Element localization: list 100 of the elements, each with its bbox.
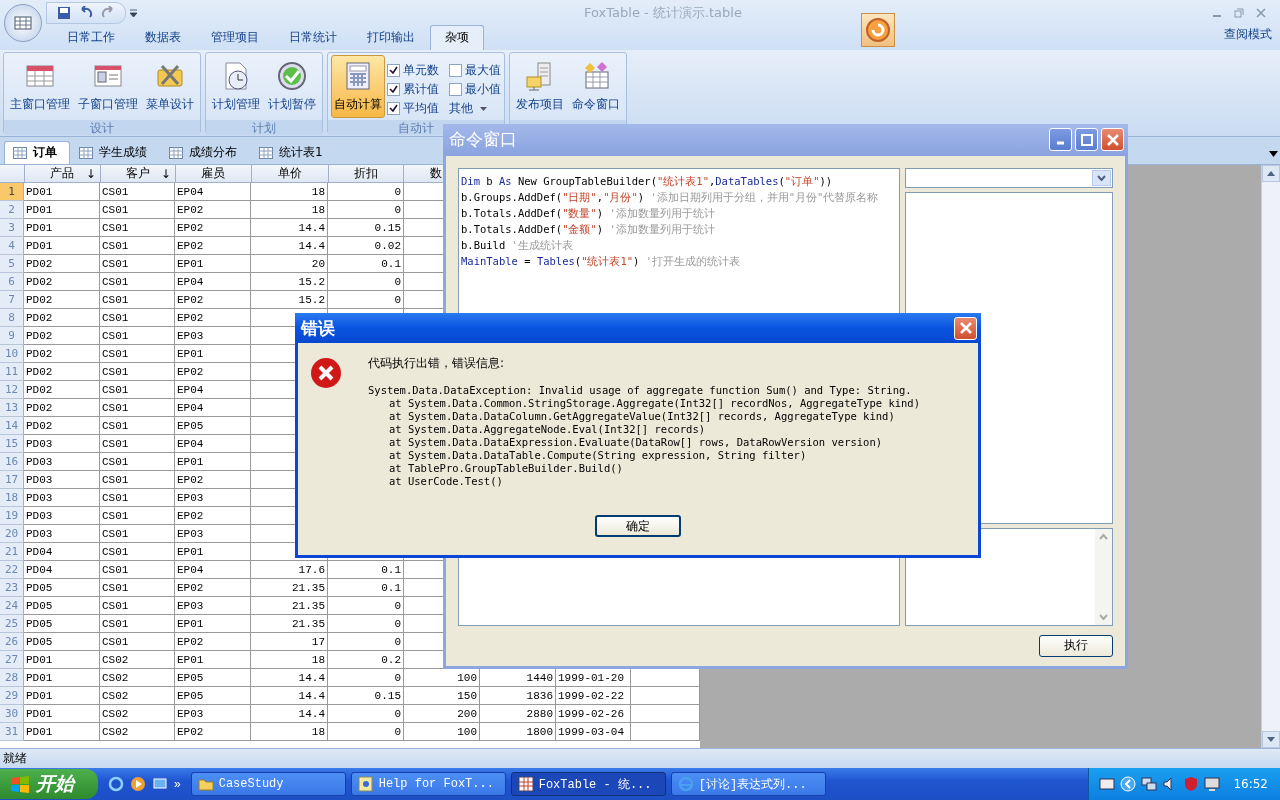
table-cell: CS01 [100, 345, 175, 363]
table-cell: PD05 [24, 633, 100, 651]
table-cell: 0.2 [328, 651, 404, 669]
table-cell: 21.35 [251, 615, 328, 633]
table-cell: 100 [404, 723, 480, 741]
table-cell: 0.1 [328, 255, 404, 273]
table-cell: 150 [404, 687, 480, 705]
table-cell: PD01 [24, 687, 100, 705]
table-cell: PD02 [24, 327, 100, 345]
table-cell: 0 [328, 633, 404, 651]
table-cell: 0.02 [328, 237, 404, 255]
status-text: 就绪 [3, 750, 27, 767]
table-cell: 1999-02-26 [556, 705, 631, 723]
table-cell: 200 [404, 705, 480, 723]
stack-trace-line: at TablePro.GroupTableBuilder.Build() [388, 462, 624, 475]
table-cell: 1800 [480, 723, 556, 741]
table-cell: 0 [328, 615, 404, 633]
table-cell: 0 [328, 705, 404, 723]
table-cell: 18 [251, 723, 328, 741]
table-cell: PD01 [24, 723, 100, 741]
table-cell: 0.1 [328, 561, 404, 579]
table-cell: CS01 [100, 471, 175, 489]
table-cell: CS01 [100, 399, 175, 417]
clock-text: 16:52 [1233, 777, 1268, 791]
table-cell: EP05 [175, 417, 251, 435]
table-cell: EP01 [175, 543, 251, 561]
table-cell: EP01 [175, 615, 251, 633]
table-cell: 14.4 [251, 219, 328, 237]
table-cell: CS01 [100, 561, 175, 579]
dialog-title: 错误 [301, 316, 335, 340]
stack-trace-line: at System.Data.Common.StringStorage.Aggregate(Int32[] recordNos, AggregateType kind) [388, 397, 920, 410]
table-cell: CS01 [100, 381, 175, 399]
table-cell: EP05 [175, 687, 251, 705]
table-cell: CS01 [100, 183, 175, 201]
table-cell: EP02 [175, 507, 251, 525]
stack-trace-line: at System.Data.DataColumn.GetAggregateValue(Int32[] records, AggregateType kind) [388, 410, 896, 423]
table-cell: EP02 [175, 723, 251, 741]
table-cell: CS01 [100, 417, 175, 435]
table-cell: PD02 [24, 399, 100, 417]
table-cell: PD02 [24, 381, 100, 399]
table-cell: PD01 [24, 705, 100, 723]
code-line: b.Totals.AddDef("金额") '添加数量列用于统计 [461, 221, 716, 237]
code-line: MainTable = Tables("统计表1") '打开生成的统计表 [461, 253, 742, 269]
stack-trace-line: at System.Data.AggregateNode.Eval(Int32[] records) [388, 423, 707, 436]
table-cell: EP03 [175, 327, 251, 345]
table-cell: EP04 [175, 183, 251, 201]
table-cell: PD01 [24, 651, 100, 669]
table-cell: PD02 [24, 291, 100, 309]
table-cell: 18 [251, 651, 328, 669]
table-cell: CS01 [100, 579, 175, 597]
table-cell: EP04 [175, 561, 251, 579]
table-cell: EP03 [175, 525, 251, 543]
code-line: b.Groups.AddDef("日期","月份") '添加日期列用于分组，并用"月份"代替原名称 [461, 189, 880, 205]
table-cell: CS01 [100, 453, 175, 471]
error-message: 代码执行出错，错误信息: [368, 357, 506, 370]
table-cell: PD03 [24, 471, 100, 489]
table-cell: 1999-02-22 [556, 687, 631, 705]
table-cell: 1999-03-04 [556, 723, 631, 741]
table-cell: CS02 [100, 705, 175, 723]
table-cell: 14.4 [251, 669, 328, 687]
table-cell: PD01 [24, 219, 100, 237]
group-label: 设计 [4, 120, 200, 135]
table-cell: 0.1 [328, 579, 404, 597]
table-cell: 0 [328, 669, 404, 687]
table-cell: 0 [328, 273, 404, 291]
table-cell: EP04 [175, 273, 251, 291]
table-cell: 20 [251, 255, 328, 273]
table-cell: EP02 [175, 579, 251, 597]
stack-trace-line: at System.Data.DataExpression.Evaluate(DataRow[] rows, DataRowVersion version) [388, 436, 884, 449]
table-cell: 0 [328, 597, 404, 615]
table-cell: EP01 [175, 651, 251, 669]
table-cell: CS02 [100, 651, 175, 669]
table-cell: PD05 [24, 597, 100, 615]
table-cell: PD02 [24, 273, 100, 291]
table-cell: CS01 [100, 273, 175, 291]
table-cell: PD03 [24, 525, 100, 543]
table-cell: PD04 [24, 543, 100, 561]
table-cell: 14.4 [251, 687, 328, 705]
table-cell: PD02 [24, 255, 100, 273]
table-cell: EP04 [175, 435, 251, 453]
table-cell: EP04 [175, 381, 251, 399]
table-cell: 15.2 [251, 291, 328, 309]
table-cell: CS01 [100, 363, 175, 381]
code-line: b.Totals.AddDef("数量") '添加数量列用于统计 [461, 205, 716, 221]
table-cell: CS01 [100, 489, 175, 507]
table-cell: 1836 [480, 687, 556, 705]
table-cell: PD01 [24, 669, 100, 687]
table-cell: CS01 [100, 525, 175, 543]
table-cell: PD03 [24, 507, 100, 525]
table-cell: CS02 [100, 669, 175, 687]
table-cell: 18 [251, 183, 328, 201]
table-cell: CS01 [100, 291, 175, 309]
table-cell: PD04 [24, 561, 100, 579]
table-cell: CS01 [100, 309, 175, 327]
table-cell: EP03 [175, 597, 251, 615]
table-cell: CS01 [100, 435, 175, 453]
table-cell: PD03 [24, 435, 100, 453]
table-cell: EP02 [175, 309, 251, 327]
table-cell: PD01 [24, 201, 100, 219]
table-cell: CS01 [100, 543, 175, 561]
